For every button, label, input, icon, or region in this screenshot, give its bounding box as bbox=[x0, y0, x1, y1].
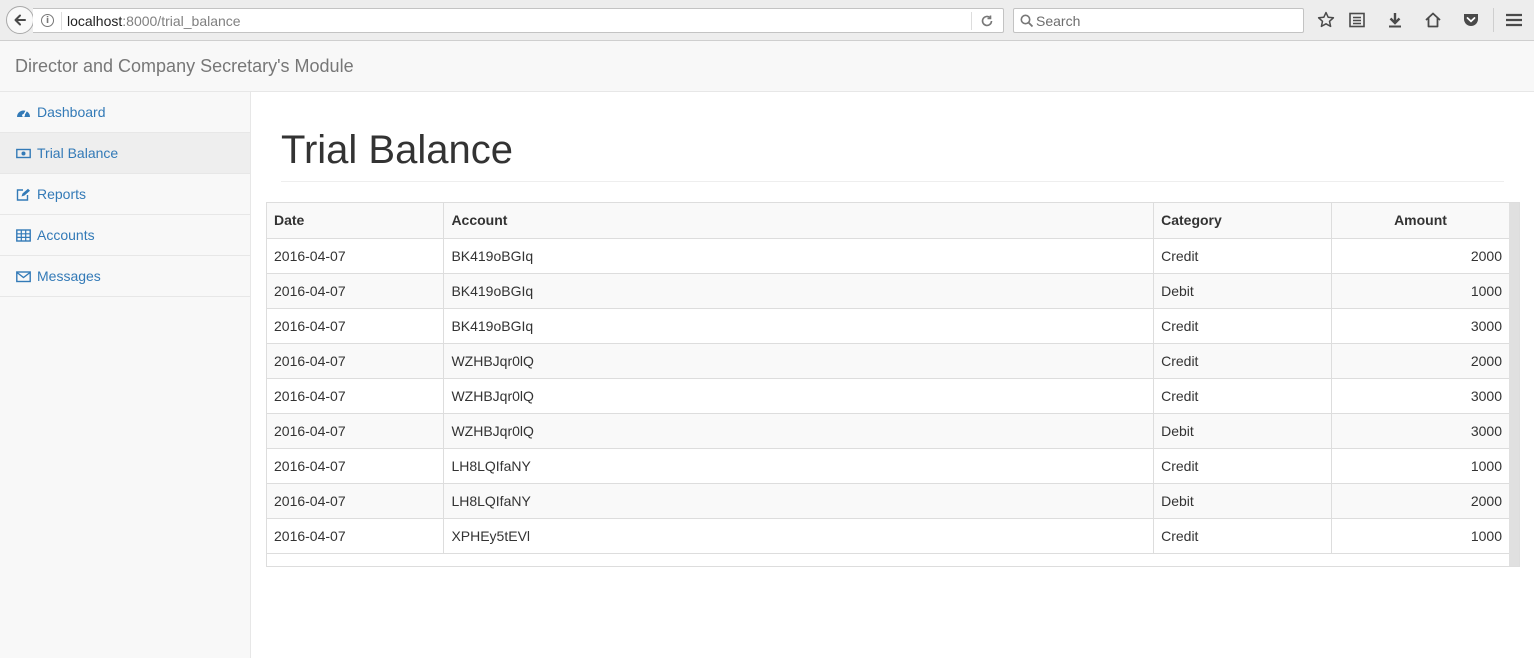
cell-date: 2016-04-07 bbox=[267, 483, 445, 519]
browser-toolbar: i localhost:8000/trial_balance bbox=[0, 0, 1534, 41]
sidebar-item-label: Dashboard bbox=[37, 104, 106, 120]
table-scrollbar[interactable] bbox=[1509, 203, 1519, 566]
cell-category: Debit bbox=[1153, 483, 1333, 519]
download-icon[interactable] bbox=[1385, 10, 1405, 30]
column-header-date[interactable]: Date bbox=[267, 203, 445, 239]
url-host: localhost bbox=[67, 13, 123, 29]
sidebar-item-dashboard[interactable]: Dashboard bbox=[0, 92, 250, 133]
trial-balance-table-container: Date Account Category Amount 2016-04-07 … bbox=[266, 202, 1520, 567]
cell-account: BK419oBGIq bbox=[443, 273, 1155, 309]
cell-amount: 2000 bbox=[1331, 238, 1510, 274]
url-text[interactable]: localhost:8000/trial_balance bbox=[67, 13, 241, 29]
back-button[interactable] bbox=[6, 6, 34, 34]
cell-category: Credit bbox=[1153, 518, 1333, 554]
table-row: 2016-04-07 BK419oBGIq Credit 3000 bbox=[267, 308, 1510, 344]
cell-account: LH8LQIfaNY bbox=[443, 483, 1155, 519]
cell-amount: 1000 bbox=[1331, 518, 1510, 554]
reading-list-icon[interactable] bbox=[1347, 10, 1367, 30]
cell-amount: 3000 bbox=[1331, 413, 1510, 449]
search-input[interactable] bbox=[1036, 11, 1296, 30]
cell-amount: 1000 bbox=[1331, 448, 1510, 484]
cell-account: LH8LQIfaNY bbox=[443, 448, 1155, 484]
cell-date: 2016-04-07 bbox=[267, 343, 445, 379]
home-icon[interactable] bbox=[1423, 10, 1443, 30]
table-row: 2016-04-07 WZHBJqr0lQ Debit 3000 bbox=[267, 413, 1510, 449]
cell-date: 2016-04-07 bbox=[267, 308, 445, 344]
table-row: 2016-04-07 WZHBJqr0lQ Credit 3000 bbox=[267, 378, 1510, 414]
pocket-icon[interactable] bbox=[1461, 10, 1481, 30]
cell-category: Credit bbox=[1153, 378, 1333, 414]
reload-divider bbox=[971, 12, 972, 30]
info-icon[interactable]: i bbox=[41, 14, 54, 27]
cell-account: WZHBJqr0lQ bbox=[443, 378, 1155, 414]
cell-amount: 2000 bbox=[1331, 343, 1510, 379]
cell-category: Debit bbox=[1153, 413, 1333, 449]
sidebar-item-label: Trial Balance bbox=[37, 145, 119, 161]
sidebar-item-accounts[interactable]: Accounts bbox=[0, 215, 250, 256]
sidebar-item-reports[interactable]: Reports bbox=[0, 174, 250, 215]
cell-amount: 3000 bbox=[1331, 378, 1510, 414]
cell-account: WZHBJqr0lQ bbox=[443, 343, 1155, 379]
cell-date: 2016-04-07 bbox=[267, 238, 445, 274]
address-bar[interactable]: i localhost:8000/trial_balance bbox=[33, 8, 1004, 33]
table-row: 2016-04-07 LH8LQIfaNY Credit 1000 bbox=[267, 448, 1510, 484]
back-arrow-icon bbox=[14, 14, 26, 26]
column-header-category[interactable]: Category bbox=[1153, 203, 1333, 239]
cell-account: BK419oBGIq bbox=[443, 308, 1155, 344]
trial-balance-table: Date Account Category Amount 2016-04-07 … bbox=[267, 203, 1510, 554]
search-box[interactable] bbox=[1013, 8, 1304, 33]
sidebar-item-label: Accounts bbox=[37, 227, 95, 243]
cell-account: WZHBJqr0lQ bbox=[443, 413, 1155, 449]
bookmark-star-icon[interactable] bbox=[1316, 10, 1336, 30]
table-row: 2016-04-07 BK419oBGIq Credit 2000 bbox=[267, 238, 1510, 274]
url-path: :8000/trial_balance bbox=[122, 13, 241, 29]
reload-icon[interactable] bbox=[978, 12, 996, 30]
toolbar-divider bbox=[1493, 8, 1494, 32]
column-header-account[interactable]: Account bbox=[443, 203, 1155, 239]
cell-amount: 1000 bbox=[1331, 273, 1510, 309]
sidebar: Dashboard Trial Balance Reports Accounts… bbox=[0, 92, 251, 658]
search-icon bbox=[1020, 14, 1034, 28]
cell-account: BK419oBGIq bbox=[443, 238, 1155, 274]
sidebar-item-messages[interactable]: Messages bbox=[0, 256, 250, 297]
table-header-row: Date Account Category Amount bbox=[267, 203, 1510, 239]
table-row: 2016-04-07 WZHBJqr0lQ Credit 2000 bbox=[267, 343, 1510, 379]
cell-category: Credit bbox=[1153, 448, 1333, 484]
table-row: 2016-04-07 XPHEy5tEVl Credit 1000 bbox=[267, 518, 1510, 554]
dashboard-icon bbox=[16, 106, 31, 119]
cell-account: XPHEy5tEVl bbox=[443, 518, 1155, 554]
cell-date: 2016-04-07 bbox=[267, 448, 445, 484]
cell-category: Credit bbox=[1153, 343, 1333, 379]
table-row: 2016-04-07 BK419oBGIq Debit 1000 bbox=[267, 273, 1510, 309]
table-icon bbox=[16, 228, 31, 242]
page-title: Trial Balance bbox=[281, 128, 513, 172]
column-header-amount[interactable]: Amount bbox=[1331, 203, 1510, 239]
cell-date: 2016-04-07 bbox=[267, 273, 445, 309]
top-navbar: Director and Company Secretary's Module bbox=[0, 41, 1534, 92]
url-divider bbox=[61, 12, 62, 30]
cell-date: 2016-04-07 bbox=[267, 518, 445, 554]
cell-amount: 3000 bbox=[1331, 308, 1510, 344]
title-divider bbox=[281, 181, 1504, 182]
sidebar-item-label: Reports bbox=[37, 186, 87, 202]
cell-date: 2016-04-07 bbox=[267, 378, 445, 414]
sidebar-item-label: Messages bbox=[37, 268, 101, 284]
sidebar-item-trial-balance[interactable]: Trial Balance bbox=[0, 133, 250, 174]
cell-category: Credit bbox=[1153, 308, 1333, 344]
cell-category: Credit bbox=[1153, 238, 1333, 274]
envelope-icon bbox=[16, 270, 31, 283]
cell-date: 2016-04-07 bbox=[267, 413, 445, 449]
edit-icon bbox=[16, 188, 31, 201]
table-row: 2016-04-07 LH8LQIfaNY Debit 2000 bbox=[267, 483, 1510, 519]
menu-icon[interactable] bbox=[1504, 10, 1524, 30]
money-icon bbox=[16, 147, 31, 160]
cell-category: Debit bbox=[1153, 273, 1333, 309]
navbar-brand[interactable]: Director and Company Secretary's Module bbox=[15, 56, 354, 77]
cell-amount: 2000 bbox=[1331, 483, 1510, 519]
